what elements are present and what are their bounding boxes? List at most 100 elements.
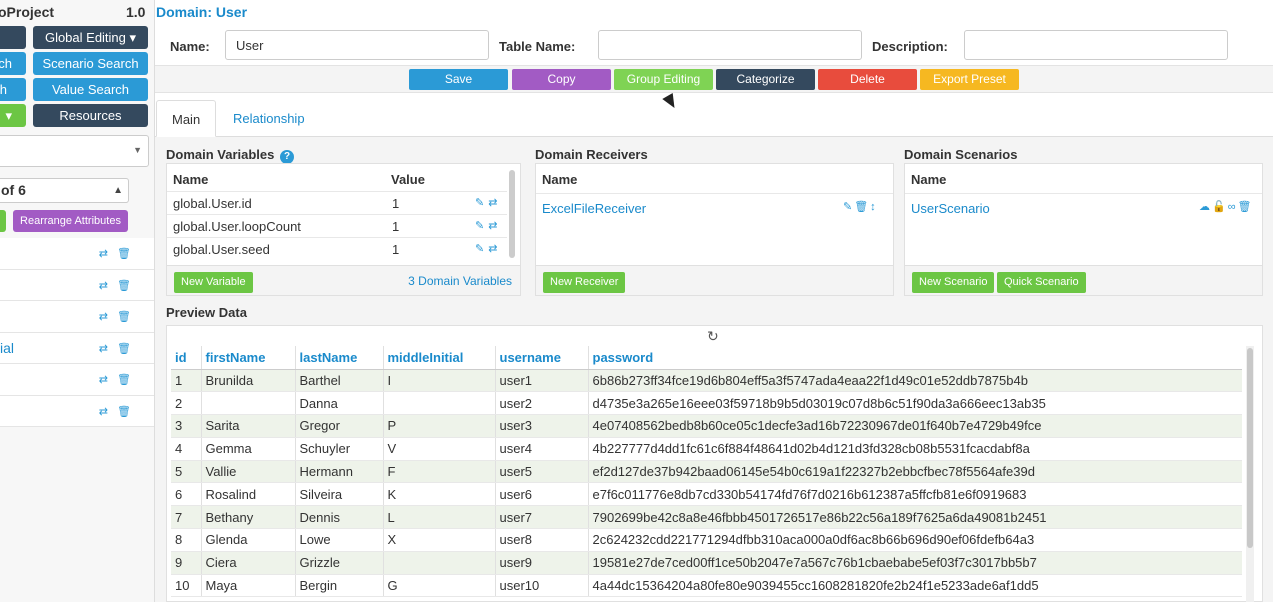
table-row[interactable]: 8 Glenda Lowe Xuser8 2c624232cdd221771294dfb… (171, 528, 1242, 552)
refresh-icon[interactable]: ↻ (707, 328, 719, 345)
scenario-action-icons[interactable]: ☁🔓∞🗑 (1199, 200, 1254, 213)
swap-trash-icons[interactable]: ⇄ 🗑 (99, 405, 134, 418)
sidebar: oProject 1.0 Global Editing ▾ ch Scenari… (0, 0, 155, 602)
sidebar-green-dropdown[interactable]: ▾ (0, 104, 26, 127)
variable-row[interactable]: global.User.seed 1 ✎⇄ (167, 237, 507, 259)
new-scenario-button[interactable]: New Scenario (912, 272, 995, 293)
scenario-search-button[interactable]: Scenario Search (33, 52, 148, 75)
swap-trash-icons[interactable]: ⇄ 🗑 (99, 310, 134, 323)
copy-button[interactable]: Copy (512, 69, 611, 90)
table-row[interactable]: 10 Maya Bergin Guser10 4a44dc15364204a80fe80… (171, 574, 1242, 598)
scenarios-col-name: Name (911, 172, 947, 187)
table-cell: user6 (494, 482, 588, 507)
description-field[interactable] (964, 30, 1228, 60)
save-button[interactable]: Save (409, 69, 508, 90)
table-row[interactable]: 9 Ciera Grizzle user9 19581e27de7ced00ff1ce5… (171, 551, 1242, 575)
swap-trash-icons[interactable]: ⇄ 🗑 (99, 279, 134, 292)
edit-swap-icons[interactable]: ✎⇄ (475, 242, 501, 255)
table-cell: Silveira (294, 482, 383, 507)
rearrange-attributes-button[interactable]: Rearrange Attributes (13, 210, 128, 232)
edit-swap-icons[interactable]: ✎⇄ (475, 219, 501, 232)
column-header[interactable]: firstName (200, 346, 295, 370)
table-cell: 8 (171, 528, 201, 552)
variables-count-link[interactable]: 3 Domain Variables (408, 274, 512, 288)
scenarios-footer: New Scenario Quick Scenario (905, 265, 1262, 295)
new-variable-button[interactable]: New Variable (174, 272, 253, 293)
receiver-link[interactable]: ExcelFileReceiver (542, 201, 646, 216)
list-item[interactable]: ⇄ 🗑 (0, 301, 154, 333)
table-row[interactable]: 4 Gemma Schuyler Vuser4 4b227777d4dd1fc61c6f… (171, 437, 1242, 461)
column-header[interactable]: password (587, 346, 1242, 370)
list-item[interactable]: ⇄ 🗑 (0, 238, 154, 270)
column-header[interactable]: username (494, 346, 588, 370)
categorize-button[interactable]: Categorize (716, 69, 815, 90)
swap-trash-icons[interactable]: ⇄ 🗑 (99, 342, 134, 355)
table-cell: 4 (171, 437, 201, 461)
page-selector[interactable]: of 6 ▲ (0, 178, 129, 203)
table-cell: Gemma (200, 437, 295, 461)
new-receiver-button[interactable]: New Receiver (543, 272, 626, 293)
sidebar-search-button[interactable]: ch (0, 52, 26, 75)
table-row[interactable]: 2 Danna user2 d4735e3a265e16eee03f59718b9b5… (171, 391, 1242, 416)
help-icon[interactable]: ? (280, 150, 295, 164)
edit-swap-icons[interactable]: ✎⇄ (475, 196, 501, 209)
preview-table: id firstName lastName middleInitial user… (171, 346, 1242, 598)
swap-trash-icons[interactable]: ⇄ 🗑 (99, 373, 134, 386)
tab-main[interactable]: Main (156, 100, 217, 137)
list-item[interactable]: ⇄ 🗑 (0, 269, 154, 301)
table-cell: Brunilda (200, 369, 295, 393)
sidebar-search-button-2[interactable]: h (0, 78, 26, 101)
tab-bar: Main Relationship (155, 100, 1273, 137)
receiver-action-icons[interactable]: ✎🗑↕ (843, 200, 878, 213)
table-row[interactable]: 6 Rosalind Silveira Kuser6 e7f6c011776e8db7c… (171, 482, 1242, 507)
scenario-link[interactable]: UserScenario (911, 201, 990, 216)
variable-value: 1 (392, 219, 400, 234)
preview-scrollbar-thumb[interactable] (1247, 348, 1253, 548)
table-cell: P (382, 414, 495, 438)
project-title: oProject (0, 4, 55, 20)
table-cell: Schuyler (294, 437, 383, 461)
table-cell: 4e07408562bedb8b60ce05c1decfe3ad16b72230… (587, 414, 1242, 438)
list-item[interactable]: ⇄ 🗑 (0, 364, 154, 396)
preview-scrollbar[interactable] (1246, 346, 1254, 602)
quick-scenario-button[interactable]: Quick Scenario (997, 272, 1086, 293)
table-cell: user8 (494, 528, 588, 552)
table-row[interactable]: 5 Vallie Hermann Fuser5 ef2d127de37b942baad0… (171, 460, 1242, 484)
global-editing-button[interactable]: Global Editing ▾ (33, 26, 148, 49)
sidebar-select[interactable]: ▼ (0, 135, 149, 167)
variable-row[interactable]: global.User.id 1 ✎⇄ (167, 191, 507, 213)
variables-scrollbar[interactable] (509, 170, 515, 258)
sidebar-dark-button[interactable] (0, 26, 26, 49)
column-header[interactable]: middleInitial (382, 346, 495, 370)
table-cell (382, 391, 495, 416)
column-header[interactable]: id (171, 346, 201, 370)
table-cell: X (382, 528, 495, 552)
table-cell: user7 (494, 505, 588, 530)
value-search-button[interactable]: Value Search (33, 78, 148, 101)
swap-trash-icons[interactable]: ⇄ 🗑 (99, 247, 134, 260)
name-field[interactable] (225, 30, 489, 60)
resources-button[interactable]: Resources (33, 104, 148, 127)
table-cell: Maya (200, 574, 295, 598)
table-name-field[interactable] (598, 30, 862, 60)
table-row[interactable]: 7 Bethany Dennis Luser7 7902699be42c8a8e46fb… (171, 505, 1242, 530)
scenarios-title: Domain Scenarios (904, 147, 1018, 162)
table-cell: e7f6c011776e8db7cd330b54174fd76f7d0216b6… (587, 482, 1242, 507)
variable-row[interactable]: global.User.loopCount 1 ✎⇄ (167, 214, 507, 236)
list-item[interactable]: ial ⇄ 🗑 (0, 332, 154, 364)
tab-relationship[interactable]: Relationship (218, 100, 320, 137)
table-cell: 5 (171, 460, 201, 484)
list-item[interactable]: ⇄ 🗑 (0, 395, 154, 427)
table-row[interactable]: 3 Sarita Gregor Puser3 4e07408562bedb8b60ce0… (171, 414, 1242, 438)
delete-button[interactable]: Delete (818, 69, 917, 90)
main-tab-panel: Domain Variables ? Name Value global.Use… (155, 137, 1273, 602)
group-editing-button[interactable]: Group Editing (614, 69, 713, 90)
table-cell: Sarita (200, 414, 295, 438)
table-cell: 6b86b273ff34fce19d6b804eff5a3f5747ada4ea… (587, 369, 1242, 393)
column-header[interactable]: lastName (294, 346, 383, 370)
sidebar-add-button[interactable] (0, 210, 6, 232)
preview-title: Preview Data (166, 305, 247, 320)
table-cell: Ciera (200, 551, 295, 575)
table-row[interactable]: 1 Brunilda Barthel Iuser1 6b86b273ff34fce19d… (171, 369, 1242, 393)
export-preset-button[interactable]: Export Preset (920, 69, 1019, 90)
